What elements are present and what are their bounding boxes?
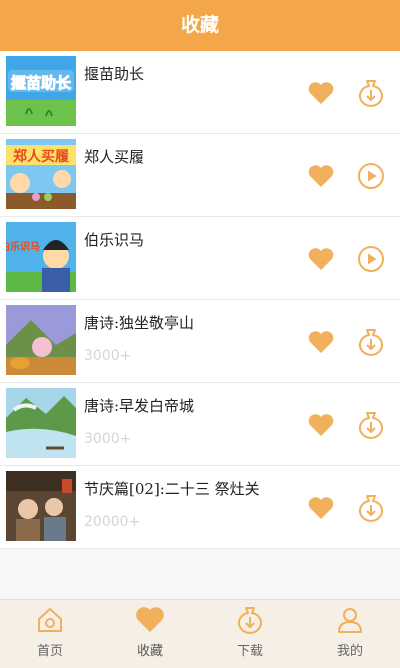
- tab-home[interactable]: 首页: [0, 600, 100, 668]
- cover-image: [6, 471, 76, 541]
- list-item[interactable]: 唐诗:独坐敬亭山 3000+: [0, 300, 400, 383]
- home-icon: [38, 608, 62, 632]
- cover-image: [6, 388, 76, 458]
- cover-title-text: 揠苗助长: [11, 74, 72, 92]
- list-item[interactable]: 节庆篇[02]:二十三 祭灶关 20000+: [0, 466, 400, 549]
- page-title: 收藏: [0, 0, 400, 51]
- cover-image: 伯乐识马: [6, 222, 76, 292]
- cover-image: [6, 305, 76, 375]
- heart-icon: [136, 607, 164, 632]
- item-title: 节庆篇[02]:二十三 祭灶关: [84, 480, 260, 498]
- item-count: 20000+: [84, 514, 141, 530]
- heart-icon[interactable]: [307, 496, 335, 520]
- list-item[interactable]: 揠苗助长 揠苗助长: [0, 51, 400, 134]
- item-title: 唐诗:早发白帝城: [84, 397, 195, 415]
- tab-label: 收藏: [136, 644, 163, 659]
- tab-download[interactable]: 下载: [200, 600, 300, 668]
- download-icon: [238, 607, 262, 634]
- list-item[interactable]: 伯乐识马 伯乐识马: [0, 217, 400, 300]
- download-icon[interactable]: [356, 78, 386, 108]
- list-item[interactable]: 唐诗:早发白帝城 3000+: [0, 383, 400, 466]
- item-title: 伯乐识马: [84, 231, 145, 249]
- download-icon[interactable]: [356, 410, 386, 440]
- download-icon[interactable]: [356, 493, 386, 523]
- heart-icon[interactable]: [307, 413, 335, 437]
- cover-title-text: 伯乐识马: [6, 240, 40, 253]
- item-title: 郑人买履: [84, 148, 145, 166]
- item-count: 3000+: [84, 431, 132, 447]
- cover-image: 揠苗助长: [6, 56, 76, 126]
- tab-label: 首页: [36, 644, 63, 659]
- heart-icon[interactable]: [307, 81, 335, 105]
- tab-favorites[interactable]: 收藏: [100, 600, 200, 668]
- heart-icon[interactable]: [307, 247, 335, 271]
- user-icon: [338, 608, 362, 633]
- item-title: 唐诗:独坐敬亭山: [84, 314, 195, 332]
- item-count: 3000+: [84, 348, 132, 364]
- heart-icon[interactable]: [307, 330, 335, 354]
- favorites-list: 揠苗助长 揠苗助长 郑人买履 郑人买履 乐识马 伯乐识马 唐诗:独坐敬亭山 30…: [0, 51, 400, 549]
- tab-label: 我的: [336, 644, 363, 659]
- download-icon[interactable]: [356, 327, 386, 357]
- play-icon[interactable]: [356, 161, 386, 191]
- cover-image: 郑人买履: [6, 139, 76, 209]
- bottom-tab-bar: 首页 收藏 下载 我的: [0, 599, 400, 668]
- list-item[interactable]: 郑人买履 郑人买履: [0, 134, 400, 217]
- tab-label: 下载: [236, 644, 263, 659]
- cover-title-text: 郑人买履: [13, 148, 69, 165]
- tab-profile[interactable]: 我的: [300, 600, 400, 668]
- heart-icon[interactable]: [307, 164, 335, 188]
- play-icon[interactable]: [356, 244, 386, 274]
- item-title: 揠苗助长: [84, 65, 145, 83]
